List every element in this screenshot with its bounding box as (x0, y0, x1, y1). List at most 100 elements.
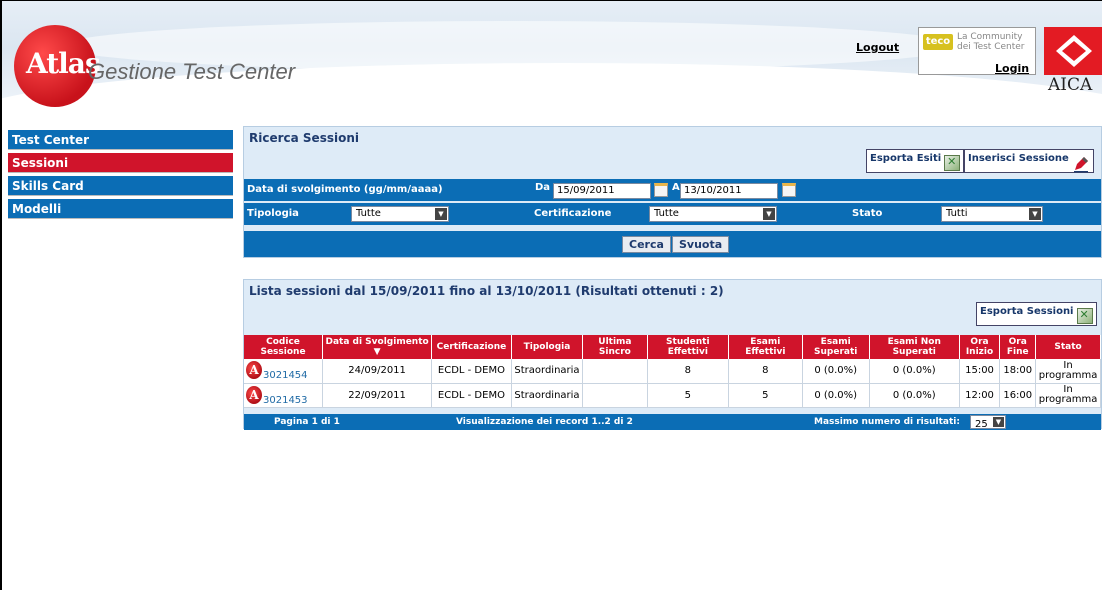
export-sessions-button[interactable]: Esporta Sessioni (976, 302, 1097, 326)
logout-link[interactable]: Logout (856, 41, 899, 54)
column-header-ora-inizio[interactable]: Ora Inizio (959, 335, 1001, 359)
stato-value: Tutti (946, 208, 968, 219)
session-code-link[interactable]: 3021454 (263, 370, 308, 381)
session-start-time: 12:00 (959, 383, 1001, 408)
certificazione-value: Tutte (654, 208, 679, 219)
session-failed: 0 (0.0%) (869, 383, 960, 408)
session-type: Straordinaria (511, 359, 584, 384)
certificazione-label: Certificazione (534, 208, 612, 219)
date-label: Data di svolgimento (gg/mm/aaaa) (247, 184, 443, 195)
export-sessions-label: Esporta Sessioni (980, 306, 1074, 317)
aica-logo-text: AICA (1048, 75, 1093, 95)
column-header-ora-fine[interactable]: Ora Fine (999, 335, 1037, 359)
teco-caption: La Community dei Test Center (957, 32, 1025, 52)
session-date: 22/09/2011 (322, 383, 433, 408)
results-footer: Pagina 1 di 1 Visualizzazione dei record… (244, 414, 1101, 430)
date-to-label: A (672, 182, 680, 193)
column-header-codice[interactable]: Codice Sessione (244, 335, 324, 359)
session-certification: ECDL - DEMO (431, 359, 512, 384)
table-row: A 3021453 22/09/2011 ECDL - DEMO Straord… (244, 383, 1101, 408)
max-results-label: Massimo numero di risultati: (814, 417, 960, 427)
insert-session-label: Inserisci Sessione (968, 153, 1069, 164)
insert-session-button[interactable]: Inserisci Sessione (964, 149, 1094, 173)
session-last-sync (582, 383, 648, 408)
session-end-time: 16:00 (999, 383, 1037, 408)
dropdown-arrow-icon: ▼ (435, 208, 447, 220)
session-status: In programma (1035, 383, 1101, 408)
calendar-from-icon[interactable] (654, 183, 668, 197)
session-code-cell: A 3021453 (244, 383, 324, 408)
session-last-sync (582, 359, 648, 384)
session-students: 5 (647, 383, 730, 408)
column-header-data[interactable]: Data di Svolgimento ▼ (322, 335, 433, 359)
session-end-time: 18:00 (999, 359, 1037, 384)
stato-label: Stato (852, 208, 883, 219)
session-passed: 0 (0.0%) (802, 359, 870, 384)
login-link[interactable]: Login (995, 62, 1029, 75)
session-exams: 8 (728, 359, 803, 384)
date-filter-row: Data di svolgimento (gg/mm/aaaa) Da 15/0… (244, 179, 1101, 201)
clear-button[interactable]: Svuota (672, 236, 730, 253)
app-title: Gestione Test Center (88, 59, 296, 84)
results-panel: Lista sessioni dal 15/09/2011 fino al 13… (243, 279, 1102, 430)
sidebar-item-sessioni[interactable]: Sessioni (8, 153, 233, 173)
sidebar-item-modelli[interactable]: Modelli (8, 199, 233, 219)
results-title: Lista sessioni dal 15/09/2011 fino al 13… (249, 284, 724, 298)
filters-row: Tipologia Tutte ▼ Certificazione Tutte ▼… (244, 203, 1101, 225)
session-date: 24/09/2011 (322, 359, 433, 384)
max-results-value: 25 (975, 419, 988, 430)
column-header-ultima-sincro[interactable]: Ultima Sincro (582, 335, 648, 359)
session-failed: 0 (0.0%) (869, 359, 960, 384)
teco-logo: teco (923, 34, 953, 50)
page-info: Pagina 1 di 1 (274, 417, 340, 427)
atlas-a-icon: A (246, 385, 262, 404)
records-info: Visualizzazione dei record 1..2 di 2 (456, 417, 633, 427)
session-students: 8 (647, 359, 730, 384)
column-header-non-superati[interactable]: Esami Non Superati (869, 335, 960, 359)
session-exams: 5 (728, 383, 803, 408)
session-start-time: 15:00 (959, 359, 1001, 384)
edit-pen-icon (1073, 157, 1088, 173)
teco-caption-line1: La Community (957, 32, 1023, 42)
sidebar: Test Center Sessioni Skills Card Modelli (8, 130, 233, 222)
header: Atlas Gestione Test Center Logout teco L… (2, 1, 1102, 119)
dropdown-arrow-icon: ▼ (993, 417, 1004, 427)
column-header-certificazione[interactable]: Certificazione (431, 335, 512, 359)
excel-icon (1076, 308, 1093, 324)
column-header-superati[interactable]: Esami Superati (802, 335, 870, 359)
session-code-link[interactable]: 3021453 (263, 395, 308, 406)
date-to-field[interactable]: 13/10/2011 (680, 183, 778, 199)
export-results-label: Esporta Esiti (870, 153, 942, 164)
session-certification: ECDL - DEMO (431, 383, 512, 408)
search-panel: Ricerca Sessioni Esporta Esiti Inserisci… (243, 126, 1102, 258)
session-type: Straordinaria (511, 383, 584, 408)
column-header-esami[interactable]: Esami Effettivi (728, 335, 803, 359)
session-code-cell: A 3021454 (244, 359, 324, 384)
column-header-stato[interactable]: Stato (1035, 335, 1101, 359)
teco-banner[interactable]: teco La Community dei Test Center Login (918, 27, 1036, 75)
column-header-studenti[interactable]: Studenti Effettivi (647, 335, 730, 359)
sessions-table: Codice Sessione Data di Svolgimento ▼ Ce… (244, 335, 1101, 408)
date-from-field[interactable]: 15/09/2011 (553, 183, 651, 199)
teco-caption-line2: dei Test Center (957, 42, 1025, 52)
export-results-button[interactable]: Esporta Esiti (866, 149, 965, 173)
date-from-label: Da (535, 182, 551, 193)
tipologia-select[interactable]: Tutte ▼ (351, 206, 449, 222)
sidebar-item-skills-card[interactable]: Skills Card (8, 176, 233, 196)
session-passed: 0 (0.0%) (802, 383, 870, 408)
tipologia-label: Tipologia (247, 208, 299, 219)
stato-select[interactable]: Tutti ▼ (941, 206, 1043, 222)
max-results-select[interactable]: 25 ▼ (970, 415, 1006, 430)
search-actions-row: Cerca Svuota (244, 231, 1101, 257)
session-status: In programma (1035, 359, 1101, 384)
tipologia-value: Tutte (356, 208, 381, 219)
calendar-to-icon[interactable] (782, 183, 796, 197)
table-header-row: Codice Sessione Data di Svolgimento ▼ Ce… (244, 335, 1101, 359)
sidebar-item-test-center[interactable]: Test Center (8, 130, 233, 150)
column-header-tipologia[interactable]: Tipologia (511, 335, 584, 359)
certificazione-select[interactable]: Tutte ▼ (649, 206, 777, 222)
dropdown-arrow-icon: ▼ (1029, 208, 1041, 220)
search-button[interactable]: Cerca (622, 236, 671, 253)
dropdown-arrow-icon: ▼ (763, 208, 775, 220)
table-row: A 3021454 24/09/2011 ECDL - DEMO Straord… (244, 359, 1101, 384)
